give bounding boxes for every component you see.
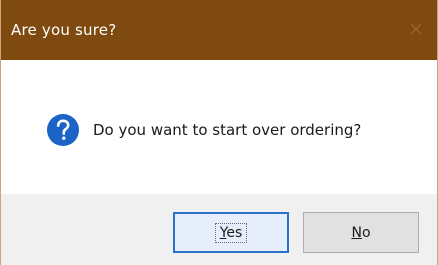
title-bar[interactable]: Are you sure? — [1, 0, 437, 60]
dialog-message: Do you want to start over ordering? — [93, 121, 362, 139]
dialog-content: Do you want to start over ordering? — [1, 60, 437, 194]
close-button[interactable] — [405, 18, 427, 40]
question-icon — [47, 114, 79, 146]
confirm-dialog: Are you sure? Do you want to start over … — [0, 0, 438, 265]
yes-button[interactable]: Yes — [173, 212, 289, 253]
dialog-title: Are you sure? — [11, 21, 117, 39]
no-button[interactable]: No — [303, 212, 419, 253]
close-icon — [410, 23, 422, 35]
no-label-rest: o — [361, 224, 371, 241]
no-button-label: No — [346, 223, 375, 243]
yes-button-label: Yes — [214, 222, 248, 243]
yes-label-rest: es — [226, 224, 243, 241]
no-mnemonic: N — [351, 224, 362, 241]
button-bar: Yes No — [1, 194, 437, 265]
